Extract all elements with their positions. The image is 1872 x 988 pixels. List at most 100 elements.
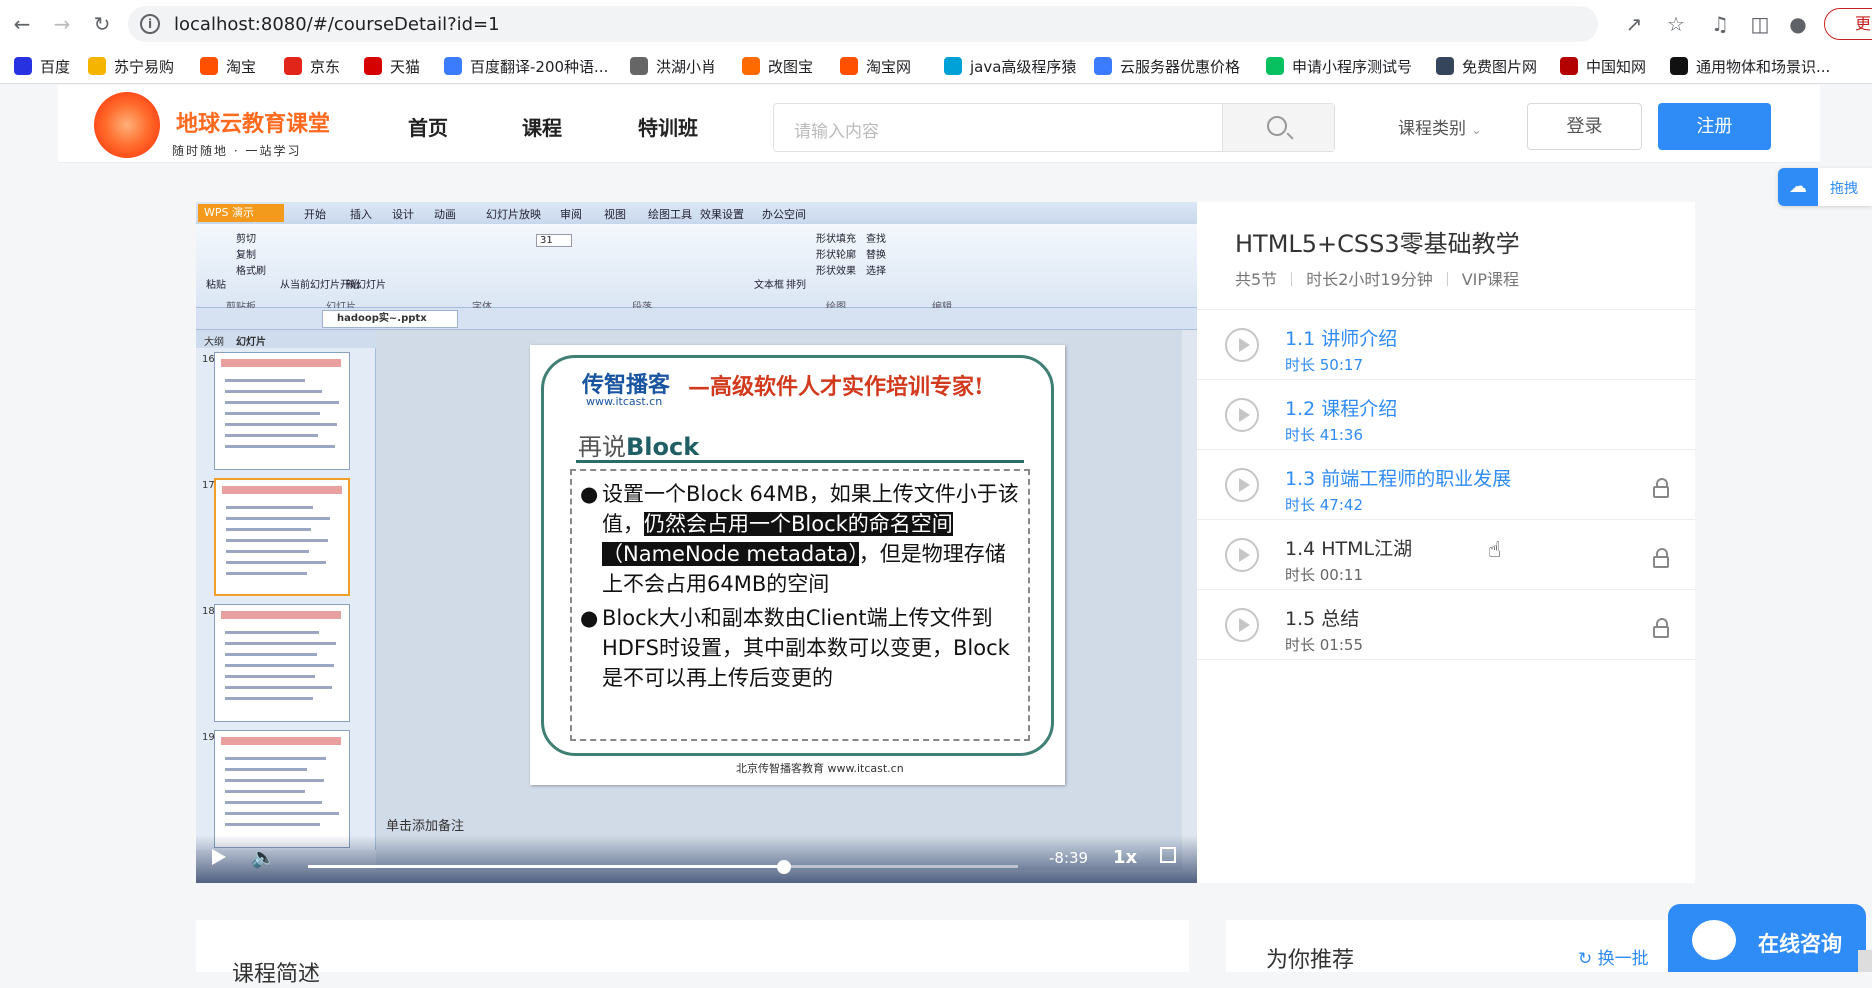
bullet-dot-icon: ● <box>580 606 599 630</box>
bookmark-item[interactable]: 免费图片网 <box>1436 56 1537 78</box>
taobao-icon <box>200 57 218 75</box>
bookmark-item[interactable]: 洪湖小肖 <box>630 56 716 78</box>
wps-quick-access: hadoop实~.pptx <box>196 308 1197 330</box>
update-button[interactable]: 更新 <box>1824 8 1872 40</box>
video-player[interactable]: WPS 演示 开始 插入 设计 动画 幻灯片放映 审阅 视图 绘图工具 效果设置 办公空间 剪切复… <box>196 202 1197 883</box>
lock-icon <box>1653 548 1669 568</box>
reload-icon[interactable]: ↻ <box>88 10 116 38</box>
chapter-title[interactable]: 1.2 课程介绍 <box>1285 394 1397 421</box>
tmall-icon <box>364 57 382 75</box>
bookmark-item[interactable]: 天猫 <box>364 56 420 78</box>
play-circle-icon[interactable] <box>1225 328 1259 362</box>
bookmark-item[interactable]: 中国知网 <box>1560 56 1646 78</box>
address-url[interactable]: localhost:8080/#/courseDetail?id=1 <box>174 14 500 35</box>
scrollbar[interactable] <box>1858 950 1872 972</box>
slide-thumbnail <box>214 730 350 848</box>
chapter-title[interactable]: 1.3 前端工程师的职业发展 <box>1285 464 1511 491</box>
nav-training[interactable]: 特训班 <box>638 112 698 141</box>
bookmark-star-icon[interactable]: ☆ <box>1664 12 1688 36</box>
search-input[interactable]: 请输入内容 <box>773 103 1335 152</box>
category-dropdown[interactable]: 课程类别 ⌄ <box>1398 114 1481 139</box>
slide-bullet-1: ● 设置一个Block 64MB，如果上传文件小于该值，仍然会占用一个Block… <box>580 479 1020 599</box>
bookmark-item[interactable]: java高级程序猿 <box>944 56 1076 78</box>
tumblr-icon <box>1436 57 1454 75</box>
thumb-line <box>225 653 317 656</box>
lock-icon <box>1653 618 1669 638</box>
profile-icon[interactable]: ● <box>1786 12 1810 36</box>
slide-thumbnail <box>214 352 350 470</box>
chapter-title[interactable]: 1.1 讲师介绍 <box>1285 324 1397 351</box>
wps-doc-tab: hadoop实~.pptx <box>322 310 458 328</box>
bookmark-label: 京东 <box>310 58 341 76</box>
bookmark-item[interactable]: 云服务器优惠价格 <box>1094 56 1240 78</box>
bullet-dot-icon: ● <box>580 482 599 506</box>
chapter-item[interactable]: 1.1 讲师介绍 时长 50:17 <box>1197 310 1695 380</box>
bookmark-item[interactable]: 申请小程序测试号 <box>1266 56 1412 78</box>
wps-panel-header: 大纲 幻灯片 <box>196 330 376 348</box>
thumb-header <box>221 611 341 619</box>
nav-courses[interactable]: 课程 <box>522 112 562 141</box>
progress-knob[interactable] <box>776 860 791 874</box>
bookmark-item[interactable]: 通用物体和场景识... <box>1670 56 1830 78</box>
thumb-line <box>225 812 339 815</box>
nav-home[interactable]: 首页 <box>408 112 448 141</box>
login-button[interactable]: 登录 <box>1527 103 1642 150</box>
chapter-item[interactable]: 1.3 前端工程师的职业发展 时长 47:42 <box>1197 450 1695 520</box>
category-label: 课程类别 <box>1398 119 1466 139</box>
bookmark-item[interactable]: 百度翻译-200种语... <box>444 56 608 78</box>
refresh-icon: ↻ <box>1578 949 1593 969</box>
bookmark-label: 通用物体和场景识... <box>1696 58 1831 76</box>
bookmark-item[interactable]: 苏宁易购 <box>88 56 174 78</box>
ai-icon <box>1670 57 1688 75</box>
bookmark-label: 申请小程序测试号 <box>1292 58 1413 76</box>
slide-bullet-2: ● Block大小和副本数由Client端上传文件到HDFS时设置，其中副本数可… <box>580 603 1020 693</box>
refresh-button[interactable]: ↻ 换一批 <box>1578 944 1649 969</box>
address-bar[interactable]: i localhost:8080/#/courseDetail?id=1 <box>128 6 1598 42</box>
online-consult-button[interactable]: 在线咨询 <box>1668 904 1866 972</box>
fullscreen-icon[interactable] <box>1160 847 1176 863</box>
wps-ribbon-item: 替换 <box>866 250 886 261</box>
play-circle-icon[interactable] <box>1225 468 1259 502</box>
forward-icon[interactable]: → <box>48 10 76 38</box>
wps-tab: 动画 <box>434 208 456 221</box>
bookmark-item[interactable]: 淘宝 <box>200 56 256 78</box>
bookmark-item[interactable]: 改图宝 <box>742 56 813 78</box>
media-icon[interactable]: ♫ <box>1708 12 1732 36</box>
wps-ribbon-item: 形状轮廓 <box>816 250 856 261</box>
bookmark-item[interactable]: 淘宝网 <box>840 56 911 78</box>
chapter-item[interactable]: 1.5 总结 时长 01:55 <box>1197 590 1695 660</box>
register-button[interactable]: 注册 <box>1658 103 1771 150</box>
bookmark-item[interactable]: 京东 <box>284 56 340 78</box>
wps-tab-outline: 大纲 <box>204 337 224 348</box>
wps-tab: 审阅 <box>560 208 582 221</box>
thumb-line <box>225 823 320 826</box>
back-icon[interactable]: ← <box>8 10 36 38</box>
play-circle-icon[interactable] <box>1225 608 1259 642</box>
thumb-line <box>226 572 307 575</box>
thumb-line <box>225 631 319 634</box>
chapter-item[interactable]: 1.2 课程介绍 时长 41:36 <box>1197 380 1695 450</box>
playback-speed[interactable]: 1x <box>1113 847 1137 868</box>
float-share-widget[interactable]: ☁ 拖拽 <box>1778 168 1872 206</box>
side-panel-icon[interactable]: ◫ <box>1748 12 1772 36</box>
progress-bar[interactable] <box>308 860 1018 874</box>
wps-ribbon-item: 格式刷 <box>236 266 266 277</box>
play-circle-icon[interactable] <box>1225 538 1259 572</box>
chapter-title[interactable]: 1.5 总结 <box>1285 604 1359 631</box>
bilibili-icon <box>944 57 962 75</box>
share-icon[interactable]: ↗ <box>1622 12 1646 36</box>
site-info-icon[interactable]: i <box>140 14 160 34</box>
play-circle-icon[interactable] <box>1225 398 1259 432</box>
chapter-title[interactable]: 1.4 HTML江湖 <box>1285 534 1412 561</box>
play-icon[interactable] <box>212 849 226 865</box>
search-button[interactable] <box>1222 104 1334 151</box>
logo-text[interactable]: 地球云教育课堂 <box>176 106 330 138</box>
bookmark-label: 改图宝 <box>768 58 814 76</box>
site-logo[interactable] <box>94 92 160 158</box>
wps-tab: 插入 <box>350 208 372 221</box>
chapter-item[interactable]: 1.4 HTML江湖 时长 00:11 <box>1197 520 1695 590</box>
wps-tab: 设计 <box>392 208 414 221</box>
bookmark-item[interactable]: 百度 <box>14 56 70 78</box>
thumb-line <box>225 697 313 700</box>
volume-icon[interactable]: 🔈 <box>251 845 276 869</box>
